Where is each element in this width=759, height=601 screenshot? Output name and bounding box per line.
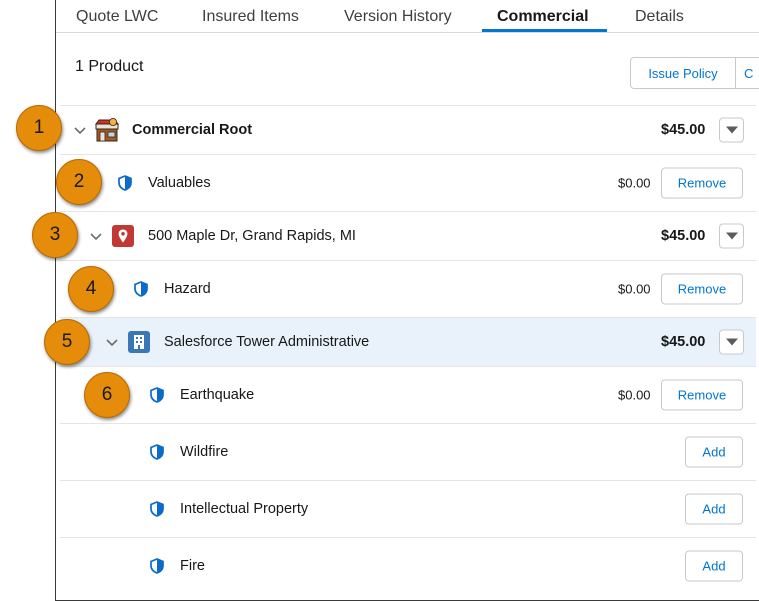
callout-2: 2 (56, 159, 102, 205)
coverage-row-wildfire: Wildfire Add (60, 423, 756, 480)
coverage-row-valuables: Valuables $0.00 Remove (60, 154, 756, 211)
row-actions-dropdown[interactable] (719, 117, 744, 143)
remove-button[interactable]: Remove (661, 167, 743, 199)
building-row-salesforce-tower: Salesforce Tower Administrative $45.00 (60, 317, 756, 366)
row-label: Fire (180, 558, 205, 574)
tab-insured-items[interactable]: Insured Items (202, 8, 299, 26)
row-price: $45.00 (661, 122, 706, 138)
callout-4: 4 (68, 266, 114, 312)
shield-icon (150, 558, 164, 574)
row-price: $45.00 (661, 334, 706, 350)
shield-icon (150, 501, 164, 517)
row-price: $45.00 (661, 228, 706, 244)
product-row-commercial-root: Commercial Root $45.00 (60, 105, 756, 154)
coverage-row-fire: Fire Add (60, 537, 756, 594)
tab-details[interactable]: Details (635, 8, 684, 26)
tab-commercial[interactable]: Commercial (497, 8, 589, 26)
shield-icon (150, 387, 164, 403)
active-tab-indicator (482, 29, 607, 32)
row-price: $0.00 (618, 281, 651, 297)
tab-quote-lwc[interactable]: Quote LWC (76, 8, 158, 26)
add-button[interactable]: Add (685, 550, 743, 582)
row-label: Wildfire (180, 444, 229, 460)
row-label: Valuables (148, 175, 211, 191)
callout-1: 1 (16, 105, 62, 151)
row-label: 500 Maple Dr, Grand Rapids, MI (148, 228, 356, 244)
tab-bar: Quote LWC Insured Items Version History … (56, 0, 759, 33)
building-icon (128, 331, 150, 353)
chevron-down-icon[interactable] (89, 229, 103, 243)
callout-3: 3 (32, 212, 78, 258)
row-label: Hazard (164, 281, 211, 297)
add-button[interactable]: Add (685, 493, 743, 525)
location-pin-icon (112, 225, 134, 247)
add-button[interactable]: Add (685, 436, 743, 468)
caret-down-icon (725, 126, 738, 134)
row-label: Commercial Root (132, 122, 253, 138)
coverage-row-hazard: Hazard $0.00 Remove (60, 260, 756, 317)
remove-button[interactable]: Remove (661, 379, 743, 411)
chevron-down-icon[interactable] (105, 335, 119, 349)
commercial-panel: Quote LWC Insured Items Version History … (55, 0, 759, 601)
row-actions-dropdown[interactable] (719, 223, 744, 249)
row-label: Earthquake (180, 387, 255, 403)
tab-version-history[interactable]: Version History (344, 8, 452, 26)
chevron-down-icon[interactable] (73, 123, 87, 137)
row-price: $0.00 (618, 175, 651, 191)
location-row-maple-dr: 500 Maple Dr, Grand Rapids, MI $45.00 (60, 211, 756, 260)
caret-down-icon (725, 232, 738, 240)
row-price: $0.00 (618, 387, 651, 403)
shield-icon (150, 444, 164, 460)
row-actions-dropdown[interactable] (719, 329, 744, 355)
caret-down-icon (725, 338, 738, 346)
issue-policy-button[interactable]: Issue Policy (630, 57, 736, 89)
coverage-row-intellectual-property: Intellectual Property Add (60, 480, 756, 537)
coverage-row-earthquake: Earthquake $0.00 Remove (60, 366, 756, 423)
callout-5: 5 (44, 319, 90, 365)
row-label: Salesforce Tower Administrative (164, 334, 370, 350)
product-count: 1 Product (75, 58, 144, 75)
remove-button[interactable]: Remove (661, 273, 743, 305)
clipped-action-button[interactable]: C (735, 57, 759, 89)
shield-icon (118, 175, 132, 191)
row-label: Intellectual Property (180, 501, 309, 517)
shop-icon (95, 118, 119, 142)
callout-6: 6 (84, 372, 130, 418)
shield-icon (134, 281, 148, 297)
